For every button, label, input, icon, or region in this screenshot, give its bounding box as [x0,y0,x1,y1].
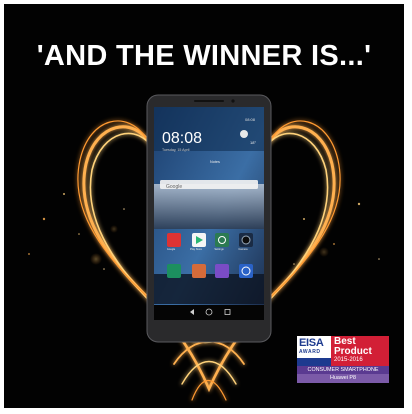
app-label: Settings [214,248,224,251]
lockscreen-date: Tuesday, 15 April [162,148,190,152]
award-product: Huawei P8 [329,375,357,381]
status-bar-time: 08:08 [245,117,256,122]
image-frame: 'AND THE WINNER IS...' 08:08 08:08 Tuesd… [0,0,412,414]
award-category: CONSUMER SMARTPHONE [307,367,379,373]
app-label: Play Store [190,248,202,251]
search-widget-label: Google [166,184,183,190]
notes-widget-title: Notes [210,160,220,164]
award-years: 2015-2016 [334,357,363,363]
eisa-logo-stripe [297,358,331,366]
lockscreen-clock: 08:08 [162,130,203,147]
app-label: Camera [238,248,248,251]
app-label: Google [166,248,176,251]
best-product-line2: Product [334,346,372,357]
eisa-award-text: AWARD [299,349,321,355]
eisa-logo-text: EISA [299,337,324,349]
weather-temperature: 18° [250,140,257,145]
